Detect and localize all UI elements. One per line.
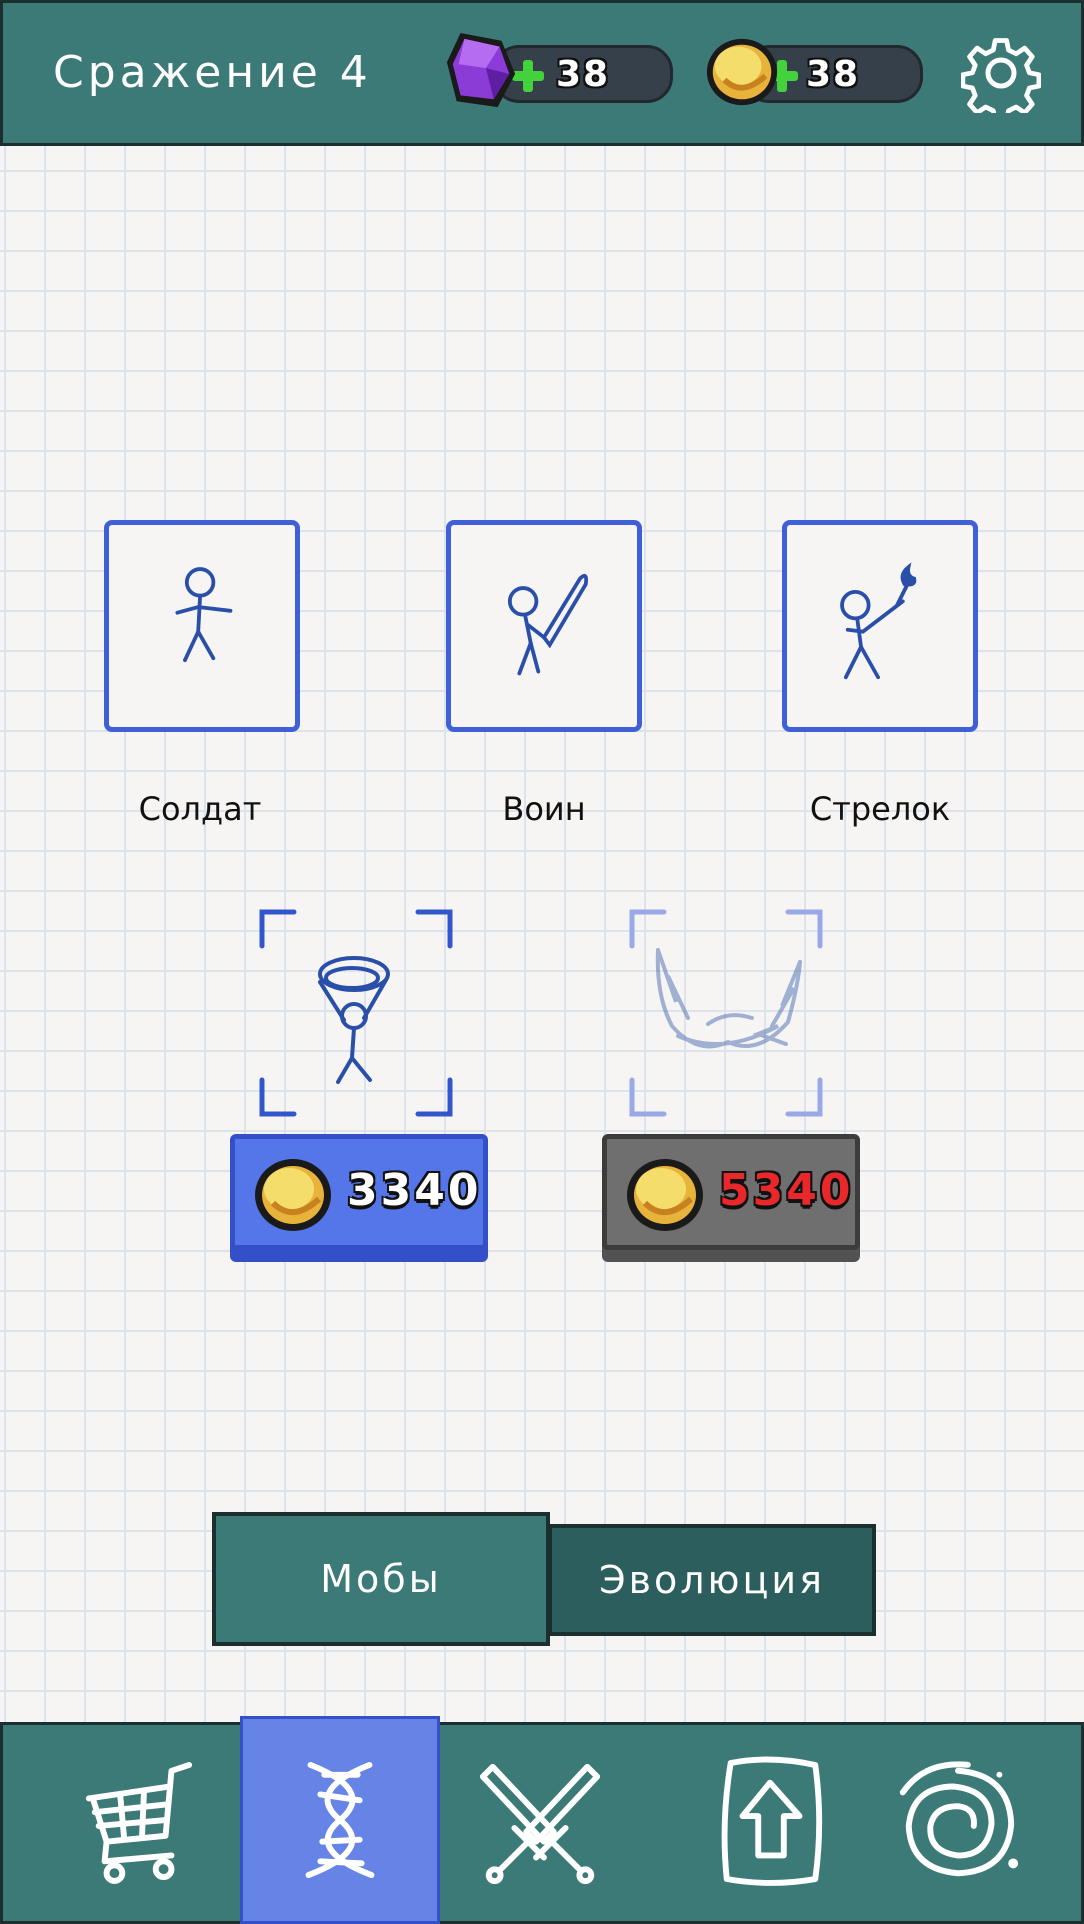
crossed-swords-icon (479, 1763, 601, 1885)
unit-card-soldier[interactable] (104, 520, 300, 732)
dragon-sketch-icon (655, 948, 802, 1049)
stickman-soldier-icon (175, 567, 233, 663)
gold-coin-icon (627, 1159, 703, 1231)
stickman-rope-icon (318, 956, 390, 1084)
shop-cart-icon (85, 1762, 193, 1884)
nav-portal[interactable] (858, 1720, 1058, 1924)
upgrade-slot-rope[interactable] (258, 906, 454, 1120)
tab-mobs[interactable]: Мобы (212, 1512, 550, 1646)
upgrade-slot-dragon[interactable] (628, 906, 824, 1120)
unit-label-warrior: Воин (502, 790, 586, 828)
stickman-archer-torch-icon (840, 562, 917, 680)
dna-evolution-icon (305, 1761, 375, 1879)
unit-card-archer[interactable] (782, 520, 978, 732)
tab-evolution[interactable]: Эволюция (548, 1524, 876, 1636)
unit-card-warrior[interactable] (446, 520, 642, 732)
stickman-warrior-sword-icon (507, 573, 589, 676)
upgrade-arrow-icon (721, 1756, 823, 1886)
battle-title: Сражение 4 (53, 47, 372, 98)
price-dragon: 5340 (719, 1165, 854, 1216)
nav-shop[interactable] (40, 1720, 240, 1924)
unit-label-soldier: Солдат (138, 790, 262, 828)
buy-rope-button[interactable]: 3340 (230, 1134, 488, 1250)
top-bar: Сражение 4 38 38 (0, 0, 1084, 146)
gear-icon[interactable] (961, 33, 1041, 113)
gold-coin-icon (255, 1159, 331, 1231)
purple-gem-icon (446, 32, 516, 108)
price-rope: 3340 (347, 1165, 482, 1216)
coins-amount: 38 (806, 54, 861, 95)
gold-coin-icon (706, 38, 778, 106)
nav-battle[interactable] (440, 1720, 640, 1924)
unit-label-archer: Стрелок (809, 790, 951, 828)
gems-amount: 38 (556, 54, 611, 95)
nav-evolution[interactable] (240, 1716, 440, 1924)
nav-upgrade[interactable] (672, 1720, 872, 1924)
buy-dragon-button[interactable]: 5340 (602, 1134, 860, 1250)
portal-spiral-icon (899, 1761, 1019, 1877)
